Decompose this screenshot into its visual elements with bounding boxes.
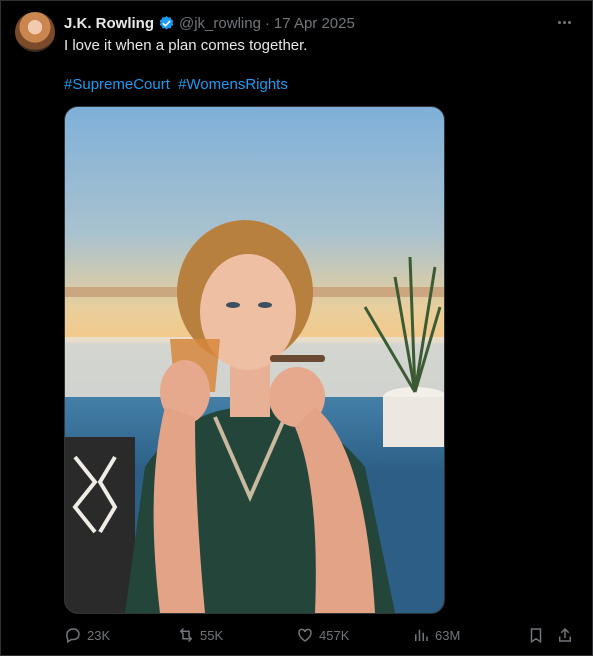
views-button[interactable]: 63M [412,624,460,646]
author-avatar[interactable] [15,12,55,52]
reply-icon [66,628,80,644]
tweet-photo[interactable] [64,106,445,614]
tweet-header: J.K. Rowling @jk_rowling · 17 Apr 2025 [64,13,355,33]
repost-icon [180,628,192,642]
hashtag-supremecourt[interactable]: #SupremeCourt [64,76,170,93]
reply-count: 23K [87,627,111,643]
like-count: 457K [319,627,350,643]
share-icon [559,627,571,642]
author-handle[interactable]: @jk_rowling [179,15,261,32]
reply-button[interactable]: 23K [64,624,110,646]
tweet-text: I love it when a plan comes together. [64,37,308,54]
post-date[interactable]: 17 Apr 2025 [274,15,355,32]
share-button[interactable] [556,624,574,646]
bookmark-button[interactable] [527,624,545,646]
hashtag-womensrights[interactable]: #WomensRights [178,76,288,93]
repost-count: 55K [200,627,224,643]
action-bar: 23K 55K 457K 63M [64,624,579,646]
hashtag-line: #SupremeCourt #WomensRights [64,75,292,95]
views-count: 63M [435,627,461,643]
photo-illustration [65,220,444,613]
separator-dot: · [264,14,270,32]
verified-badge-icon [159,15,174,30]
views-icon [415,629,428,641]
author-name[interactable]: J.K. Rowling [64,15,154,32]
bookmark-icon [530,628,542,644]
repost-button[interactable]: 55K [177,624,223,646]
like-button[interactable]: 457K [296,624,349,646]
heart-icon [298,628,312,642]
more-icon[interactable] [553,12,575,32]
